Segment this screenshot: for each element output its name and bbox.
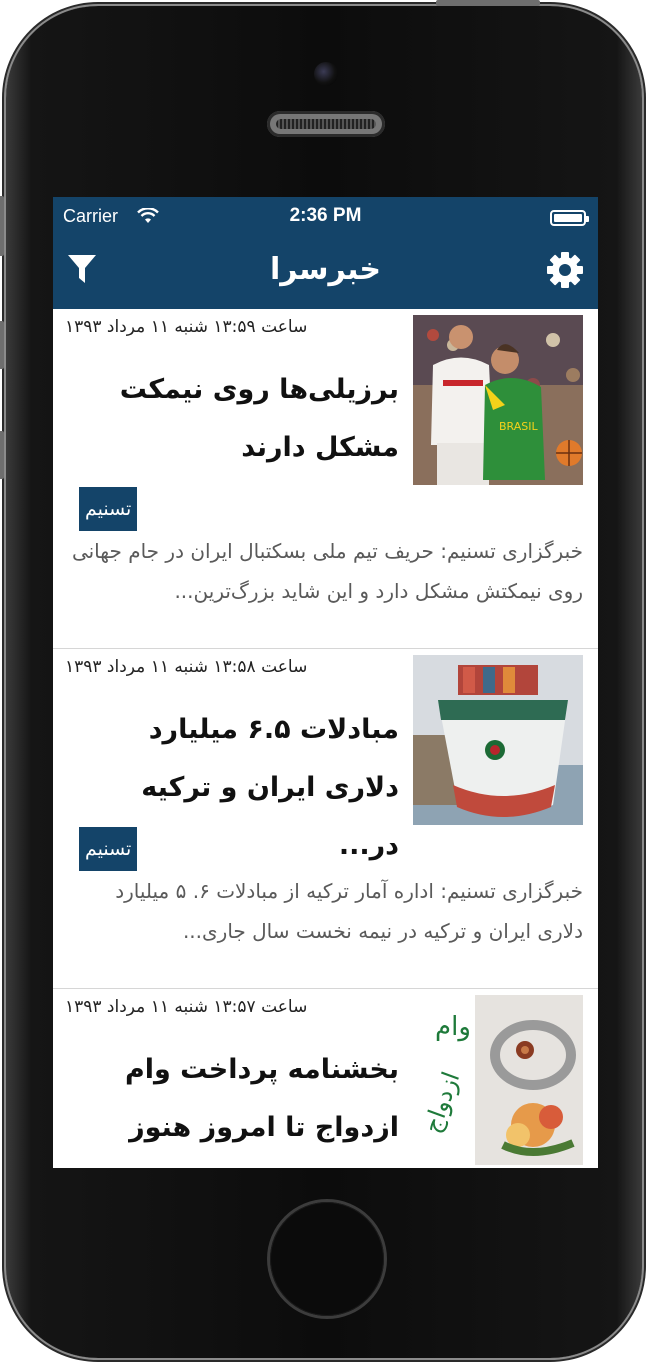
battery-icon (550, 210, 589, 226)
app-title: خبرسرا (270, 252, 381, 287)
news-item[interactable]: BRASIL ساعت ۱۳:۵۹ شنبه ۱۱ مرداد ۱۳۹۳ برز… (53, 309, 598, 649)
news-item[interactable]: وام ازدواج ساعت ۱۳:۵۷ شنبه ۱۱ مرداد ۱۳۹۳… (53, 989, 598, 1168)
news-feed[interactable]: BRASIL ساعت ۱۳:۵۹ شنبه ۱۱ مرداد ۱۳۹۳ برز… (53, 309, 598, 1168)
earpiece-speaker (267, 111, 385, 137)
front-camera (314, 62, 338, 86)
status-bar: Carrier 2:36 PM (53, 197, 598, 239)
svg-text:BRASIL: BRASIL (499, 420, 538, 433)
news-thumbnail-marriage-loan: وام ازدواج (413, 995, 583, 1165)
volume-down-button (0, 431, 4, 479)
news-summary: خبرگزاری تسنیم: اداره آمار ترکیه از مباد… (115, 879, 583, 943)
news-dateline: ساعت ۱۳:۵۹ شنبه ۱۱ مرداد ۱۳۹۳ (65, 317, 308, 337)
status-time: 2:36 PM (289, 205, 362, 226)
volume-up-button (0, 321, 4, 369)
news-thumbnail-cargo-ship (413, 655, 583, 825)
source-badge: تسنیم (79, 827, 138, 871)
mute-switch (0, 196, 4, 256)
source-badge: تسنیم (79, 487, 138, 531)
news-item[interactable]: ساعت ۱۳:۵۸ شنبه ۱۱ مرداد ۱۳۹۳ مبادلات ۶.… (53, 649, 598, 989)
gear-icon[interactable] (546, 251, 584, 289)
news-headline[interactable]: بخشنامه پرداخت وام ازدواج تا امروز هنوز … (73, 1041, 399, 1168)
nav-bar: خبرسرا (53, 239, 598, 309)
news-summary: خبرگزاری تسنیم: حریف تیم ملی بسکتبال ایر… (71, 539, 583, 603)
app-screen: Carrier 2:36 PM خبرسرا BRASIL ساعت ۱۳:۵۹… (53, 197, 598, 1168)
news-dateline: ساعت ۱۳:۵۸ شنبه ۱۱ مرداد ۱۳۹۳ (65, 657, 308, 677)
home-button[interactable] (270, 1202, 384, 1316)
news-thumbnail-basketball: BRASIL (413, 315, 583, 485)
news-headline[interactable]: برزیلی‌ها روی نیمکت مشکل دارند (73, 361, 399, 477)
news-dateline: ساعت ۱۳:۵۷ شنبه ۱۱ مرداد ۱۳۹۳ (65, 997, 308, 1017)
power-button (436, 0, 540, 6)
thumbnail-text-loan: وام (435, 1012, 471, 1042)
